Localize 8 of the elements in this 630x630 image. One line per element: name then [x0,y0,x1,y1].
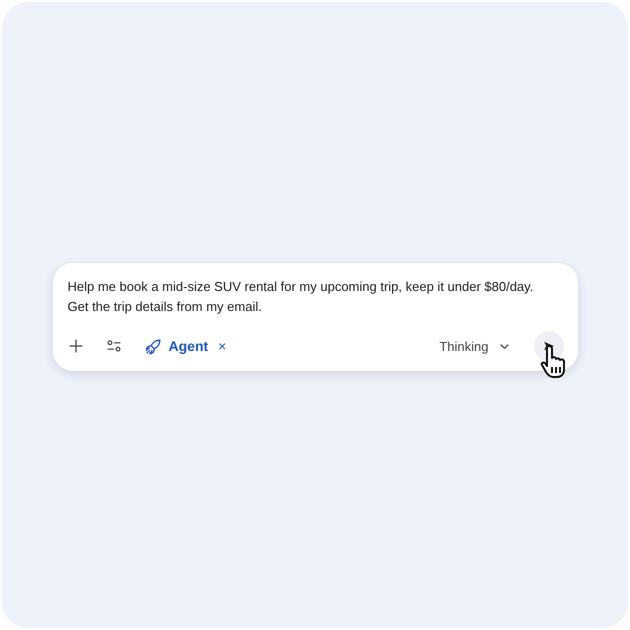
mode-dropdown[interactable]: Thinking [439,338,510,354]
rocket-icon [144,336,162,356]
prompt-text[interactable]: Help me book a mid-size SUV rental for my upcoming trip, keep it under $80/day. Get the trip details from my email. [68,277,558,317]
agent-chip[interactable]: Agent × [144,336,228,356]
remove-chip-button[interactable]: × [216,338,228,354]
plus-icon[interactable] [68,338,84,354]
sliders-icon[interactable] [106,338,122,354]
chip-label: Agent [168,338,208,354]
